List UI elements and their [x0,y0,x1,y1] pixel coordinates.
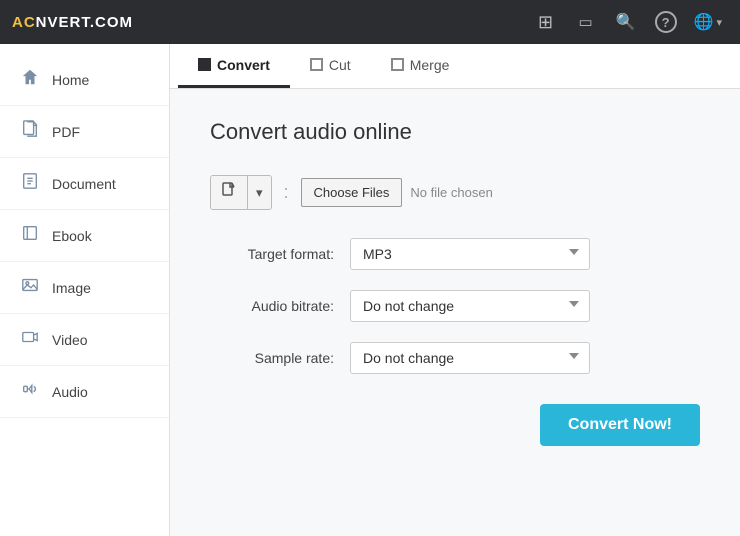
logo-ac: AC [12,14,36,31]
tab-merge[interactable]: Merge [371,44,470,88]
sidebar-item-document[interactable]: Document [0,158,169,210]
file-input-row: ▾ : Choose Files No file chosen [210,175,700,210]
search-icon-btn[interactable]: 🔍 [608,4,644,40]
sample-rate-select[interactable]: Do not change 8000 Hz 11025 Hz 22050 Hz … [350,342,590,374]
grid-icon: ⊞ [538,12,553,33]
language-btn[interactable]: 🌐 ▾ [688,4,728,40]
file-new-btn[interactable] [211,176,248,209]
dropdown-arrow-icon: ▾ [256,185,263,200]
tab-cut-icon [310,58,323,71]
sidebar-item-ebook[interactable]: Ebook [0,210,169,262]
sidebar-label-audio: Audio [52,384,88,400]
sample-rate-row: Sample rate: Do not change 8000 Hz 11025… [210,342,700,374]
tab-convert-icon [198,58,211,71]
sidebar-label-pdf: PDF [52,124,80,140]
page-title: Convert audio online [210,119,700,145]
search-icon: 🔍 [616,12,636,32]
document-icon [20,172,40,195]
language-dropdown-arrow: ▾ [716,16,722,29]
top-navigation: ACNVERT.COM ⊞ ▭ 🔍 ? 🌐 ▾ [0,0,740,44]
image-icon [20,276,40,299]
sidebar-item-pdf[interactable]: PDF [0,106,169,158]
target-format-label: Target format: [210,246,350,262]
choose-files-label: Choose Files [314,185,390,200]
tab-cut-label: Cut [329,57,351,73]
globe-icon: 🌐 [694,12,714,32]
sidebar-item-image[interactable]: Image [0,262,169,314]
file-separator: : [284,182,289,203]
pdf-icon [20,120,40,143]
grid-icon-btn[interactable]: ⊞ [528,4,564,40]
target-format-select[interactable]: MP3 WAV OGG FLAC AAC M4A WMA [350,238,590,270]
sidebar-item-video[interactable]: Video [0,314,169,366]
file-btn-group: ▾ [210,175,272,210]
tablet-icon: ▭ [578,13,592,31]
sample-rate-label: Sample rate: [210,350,350,366]
main-layout: Home PDF Document Ebook Image [0,44,740,536]
audio-bitrate-label: Audio bitrate: [210,298,350,314]
tab-convert-label: Convert [217,57,270,73]
sidebar-item-audio[interactable]: Audio [0,366,169,418]
audio-icon [20,380,40,403]
choose-files-btn[interactable]: Choose Files [301,178,403,207]
convert-now-label: Convert Now! [568,416,672,433]
sidebar-label-video: Video [52,332,88,348]
tab-merge-icon [391,58,404,71]
convert-btn-row: Convert Now! [210,404,700,446]
sidebar-label-document: Document [52,176,116,192]
tab-convert[interactable]: Convert [178,44,290,88]
file-dropdown-btn[interactable]: ▾ [248,176,271,209]
sidebar-label-ebook: Ebook [52,228,92,244]
tab-bar: Convert Cut Merge [170,44,740,89]
help-icon-btn[interactable]: ? [648,4,684,40]
page-content: Convert audio online ▾ : Choose Files No… [170,89,740,476]
audio-bitrate-row: Audio bitrate: Do not change 32 kbit/s 6… [210,290,700,322]
audio-bitrate-select[interactable]: Do not change 32 kbit/s 64 kbit/s 128 kb… [350,290,590,322]
tab-merge-label: Merge [410,57,450,73]
sidebar-label-image: Image [52,280,91,296]
video-icon [20,328,40,351]
home-icon [20,68,40,91]
sidebar-item-home[interactable]: Home [0,54,169,106]
tab-cut[interactable]: Cut [290,44,371,88]
tablet-icon-btn[interactable]: ▭ [568,4,604,40]
target-format-row: Target format: MP3 WAV OGG FLAC AAC M4A … [210,238,700,270]
ebook-icon [20,224,40,247]
convert-now-btn[interactable]: Convert Now! [540,404,700,446]
site-logo: ACNVERT.COM [12,14,133,31]
no-file-text: No file chosen [410,185,492,200]
content-area: Convert Cut Merge Convert audio online [170,44,740,536]
help-icon: ? [655,11,677,33]
sidebar-label-home: Home [52,72,89,88]
topnav-icon-group: ⊞ ▭ 🔍 ? 🌐 ▾ [528,4,728,40]
sidebar: Home PDF Document Ebook Image [0,44,170,536]
